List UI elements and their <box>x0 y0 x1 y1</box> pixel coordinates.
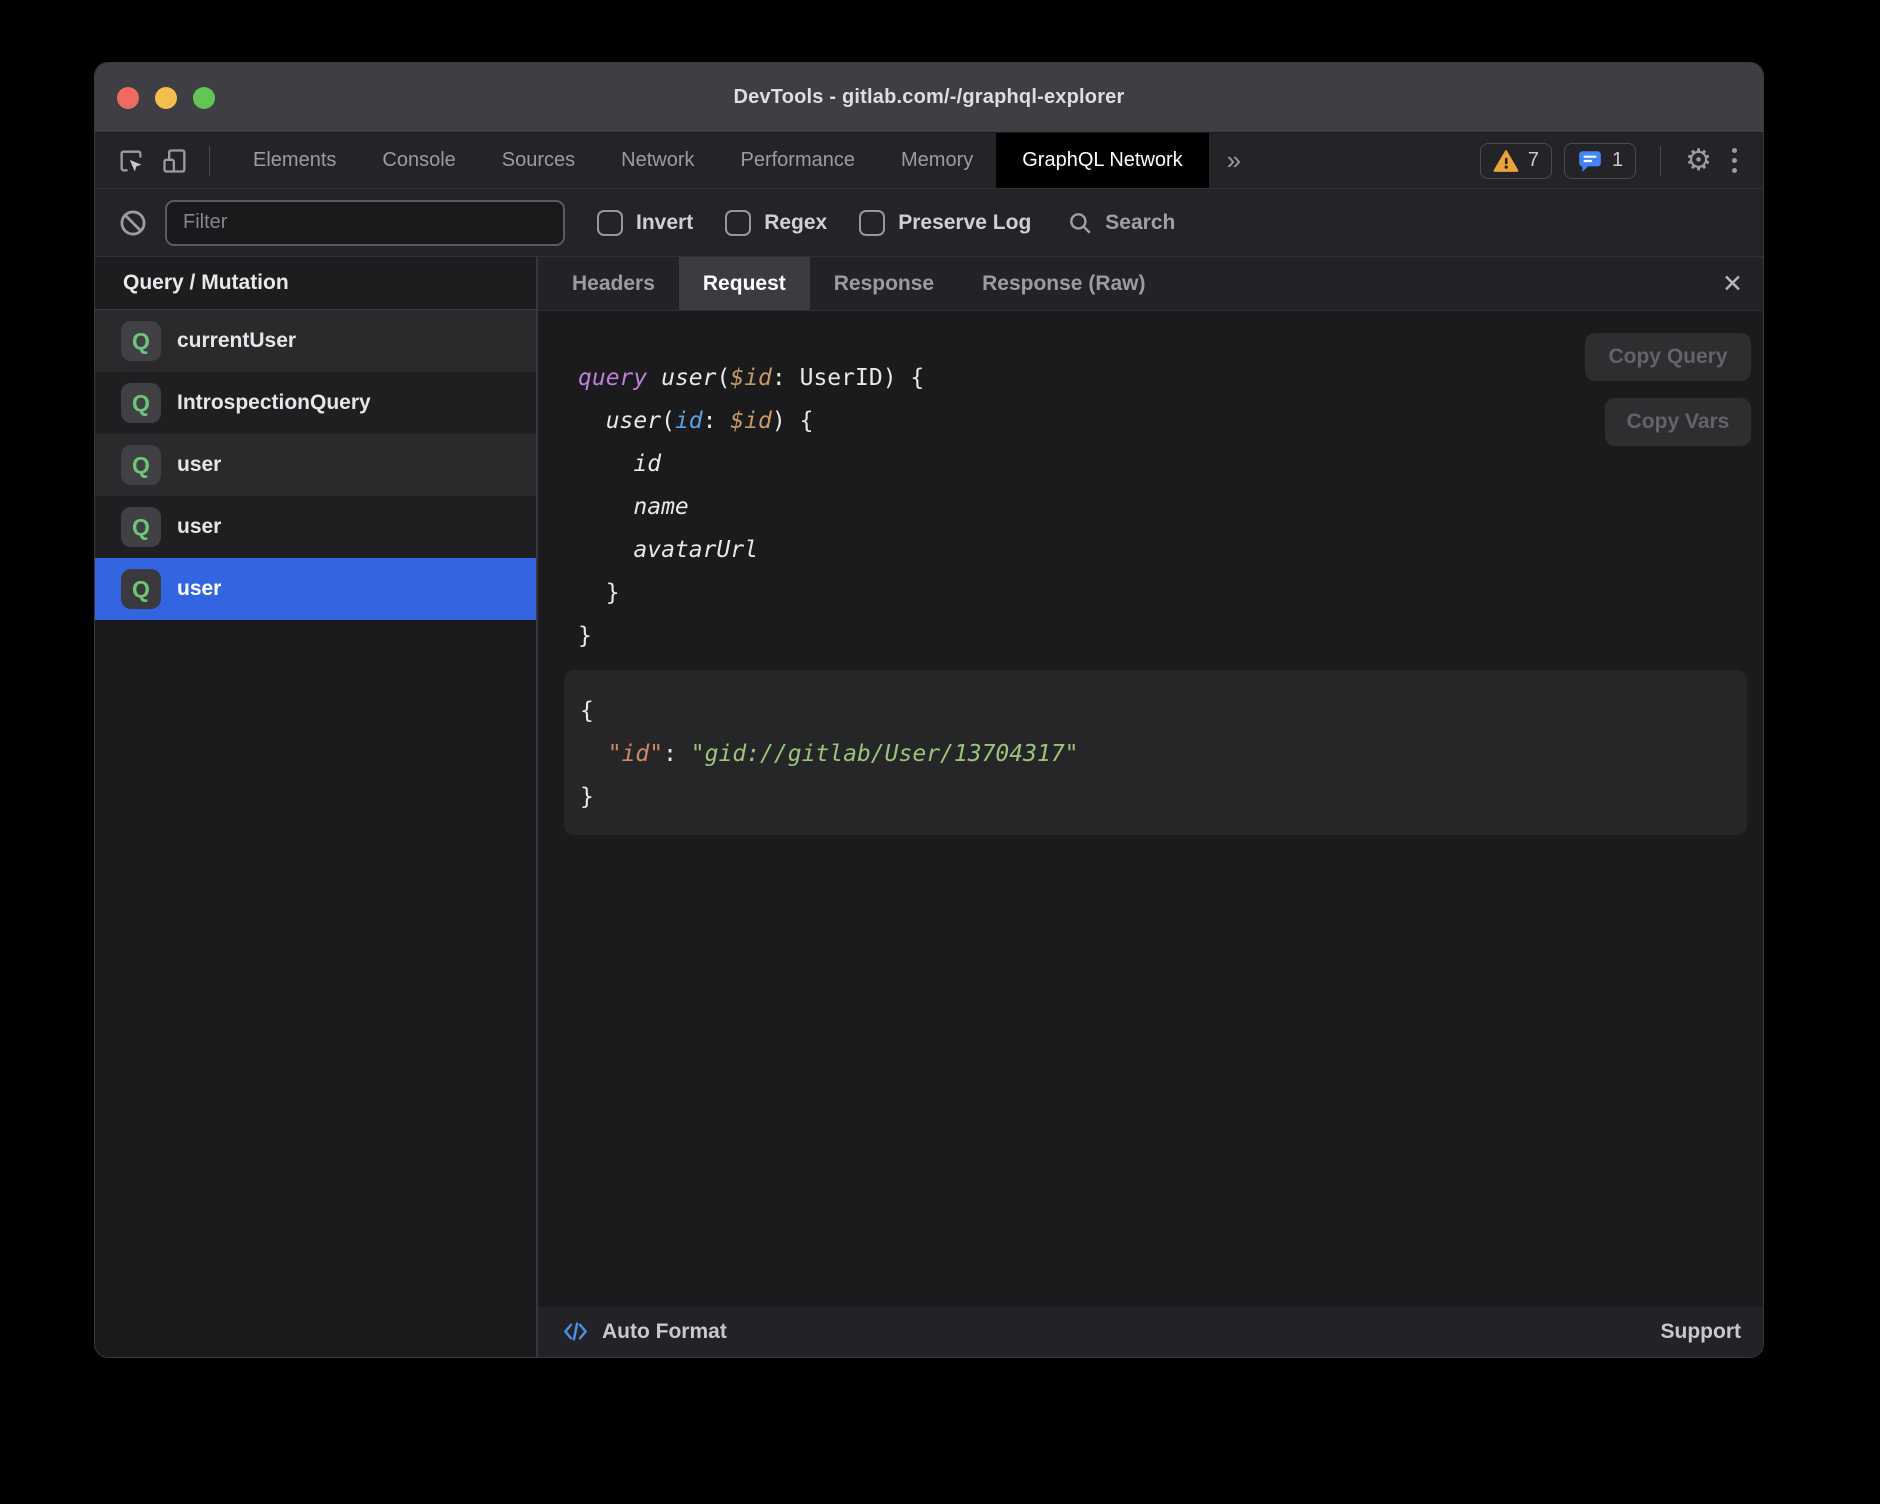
query-variables-code: { "id": "gid://gitlab/User/13704317" } <box>580 690 1731 819</box>
auto-format-label: Auto Format <box>602 1320 727 1344</box>
toolbar-right-cluster: 7 1 ⚙ <box>1480 143 1763 179</box>
devtools-tab-bar: ElementsConsoleSourcesNetworkPerformance… <box>95 133 1763 189</box>
invert-label: Invert <box>636 211 693 235</box>
warnings-count: 7 <box>1528 149 1539 172</box>
query-list-item-introspectionquery-1[interactable]: Q IntrospectionQuery <box>95 372 536 434</box>
graphql-query-code: query user($id: UserID) { user(id: $id) … <box>578 357 1763 658</box>
regex-label: Regex <box>764 211 827 235</box>
more-tabs-icon[interactable]: » <box>1209 145 1259 176</box>
device-toolbar-icon[interactable] <box>160 146 190 176</box>
query-type-badge: Q <box>121 507 161 547</box>
detail-tab-request[interactable]: Request <box>679 257 810 310</box>
query-list-item-label: IntrospectionQuery <box>177 391 371 415</box>
detail-tab-headers[interactable]: Headers <box>548 257 679 310</box>
copy-vars-button[interactable]: Copy Vars <box>1605 398 1751 446</box>
query-list-item-label: user <box>177 577 221 601</box>
code-brackets-icon <box>562 1318 589 1345</box>
tab-network[interactable]: Network <box>598 133 717 188</box>
warning-icon <box>1493 149 1519 173</box>
request-tab-content: Copy Query Copy Vars query user($id: Use… <box>538 311 1763 1305</box>
query-type-badge: Q <box>121 569 161 609</box>
query-list-item-label: user <box>177 453 221 477</box>
inspect-element-icon[interactable] <box>116 146 146 176</box>
search-control[interactable]: Search <box>1067 210 1175 236</box>
detail-tab-response[interactable]: Response <box>810 257 958 310</box>
query-list-item-currentuser-0[interactable]: QcurrentUser <box>95 310 536 372</box>
query-list-header: Query / Mutation <box>95 257 536 310</box>
query-list-item-user-4[interactable]: Quser <box>95 558 536 620</box>
tab-elements[interactable]: Elements <box>230 133 359 188</box>
request-detail-panel: HeadersRequestResponseResponse (Raw) ✕ C… <box>538 257 1763 1357</box>
tab-graphql-network[interactable]: GraphQL Network <box>996 133 1208 188</box>
invert-checkbox[interactable] <box>597 210 623 236</box>
detail-tab-response-raw[interactable]: Response (Raw) <box>958 257 1169 310</box>
support-link[interactable]: Support <box>1661 1320 1741 1344</box>
minimize-window-button[interactable] <box>155 87 177 109</box>
tab-memory[interactable]: Memory <box>878 133 996 188</box>
preserve-log-checkbox[interactable] <box>859 210 885 236</box>
tab-console[interactable]: Console <box>359 133 478 188</box>
invert-checkbox-group[interactable]: Invert <box>597 210 693 236</box>
detail-tab-bar: HeadersRequestResponseResponse (Raw) ✕ <box>538 257 1763 311</box>
query-list-item-user-3[interactable]: Quser <box>95 496 536 558</box>
query-list-item-label: currentUser <box>177 329 296 353</box>
regex-checkbox[interactable] <box>725 210 751 236</box>
query-list-item-label: user <box>177 515 221 539</box>
search-label: Search <box>1105 211 1175 235</box>
filter-input[interactable] <box>165 200 565 246</box>
close-detail-icon[interactable]: ✕ <box>1722 269 1743 299</box>
filter-bar: Invert Regex Preserve Log Search <box>95 189 1763 257</box>
traffic-lights <box>117 63 215 132</box>
search-icon <box>1067 210 1093 236</box>
devtools-window: DevTools - gitlab.com/-/graphql-explorer… <box>94 62 1764 1358</box>
regex-checkbox-group[interactable]: Regex <box>725 210 827 236</box>
warnings-badge[interactable]: 7 <box>1480 143 1552 179</box>
auto-format-button[interactable]: Auto Format <box>562 1318 727 1345</box>
query-list: QcurrentUserQIntrospectionQueryQuserQuse… <box>95 310 536 620</box>
query-list-item-user-2[interactable]: Quser <box>95 434 536 496</box>
issues-badge[interactable]: 1 <box>1564 143 1636 179</box>
toolbar-divider <box>209 146 210 176</box>
copy-query-button[interactable]: Copy Query <box>1585 333 1751 381</box>
clear-block-icon[interactable] <box>119 209 147 237</box>
query-type-badge: Q <box>121 321 161 361</box>
zoom-window-button[interactable] <box>193 87 215 109</box>
cluster-divider <box>1660 146 1661 176</box>
message-icon <box>1577 149 1603 173</box>
settings-gear-icon[interactable]: ⚙ <box>1685 146 1712 176</box>
main-area: Query / Mutation QcurrentUserQIntrospect… <box>95 257 1763 1357</box>
detail-footer: Auto Format Support <box>538 1305 1763 1357</box>
preserve-log-label: Preserve Log <box>898 211 1031 235</box>
query-list-panel: Query / Mutation QcurrentUserQIntrospect… <box>95 257 538 1357</box>
preserve-log-checkbox-group[interactable]: Preserve Log <box>859 210 1031 236</box>
tab-sources[interactable]: Sources <box>479 133 598 188</box>
window-title: DevTools - gitlab.com/-/graphql-explorer <box>733 86 1124 109</box>
title-bar: DevTools - gitlab.com/-/graphql-explorer <box>95 63 1763 133</box>
query-type-badge: Q <box>121 383 161 423</box>
kebab-menu-icon[interactable] <box>1724 148 1745 173</box>
tab-performance[interactable]: Performance <box>718 133 879 188</box>
close-window-button[interactable] <box>117 87 139 109</box>
main-tabs: ElementsConsoleSourcesNetworkPerformance… <box>230 133 996 188</box>
query-variables-box: { "id": "gid://gitlab/User/13704317" } <box>564 670 1747 835</box>
issues-count: 1 <box>1612 149 1623 172</box>
query-type-badge: Q <box>121 445 161 485</box>
